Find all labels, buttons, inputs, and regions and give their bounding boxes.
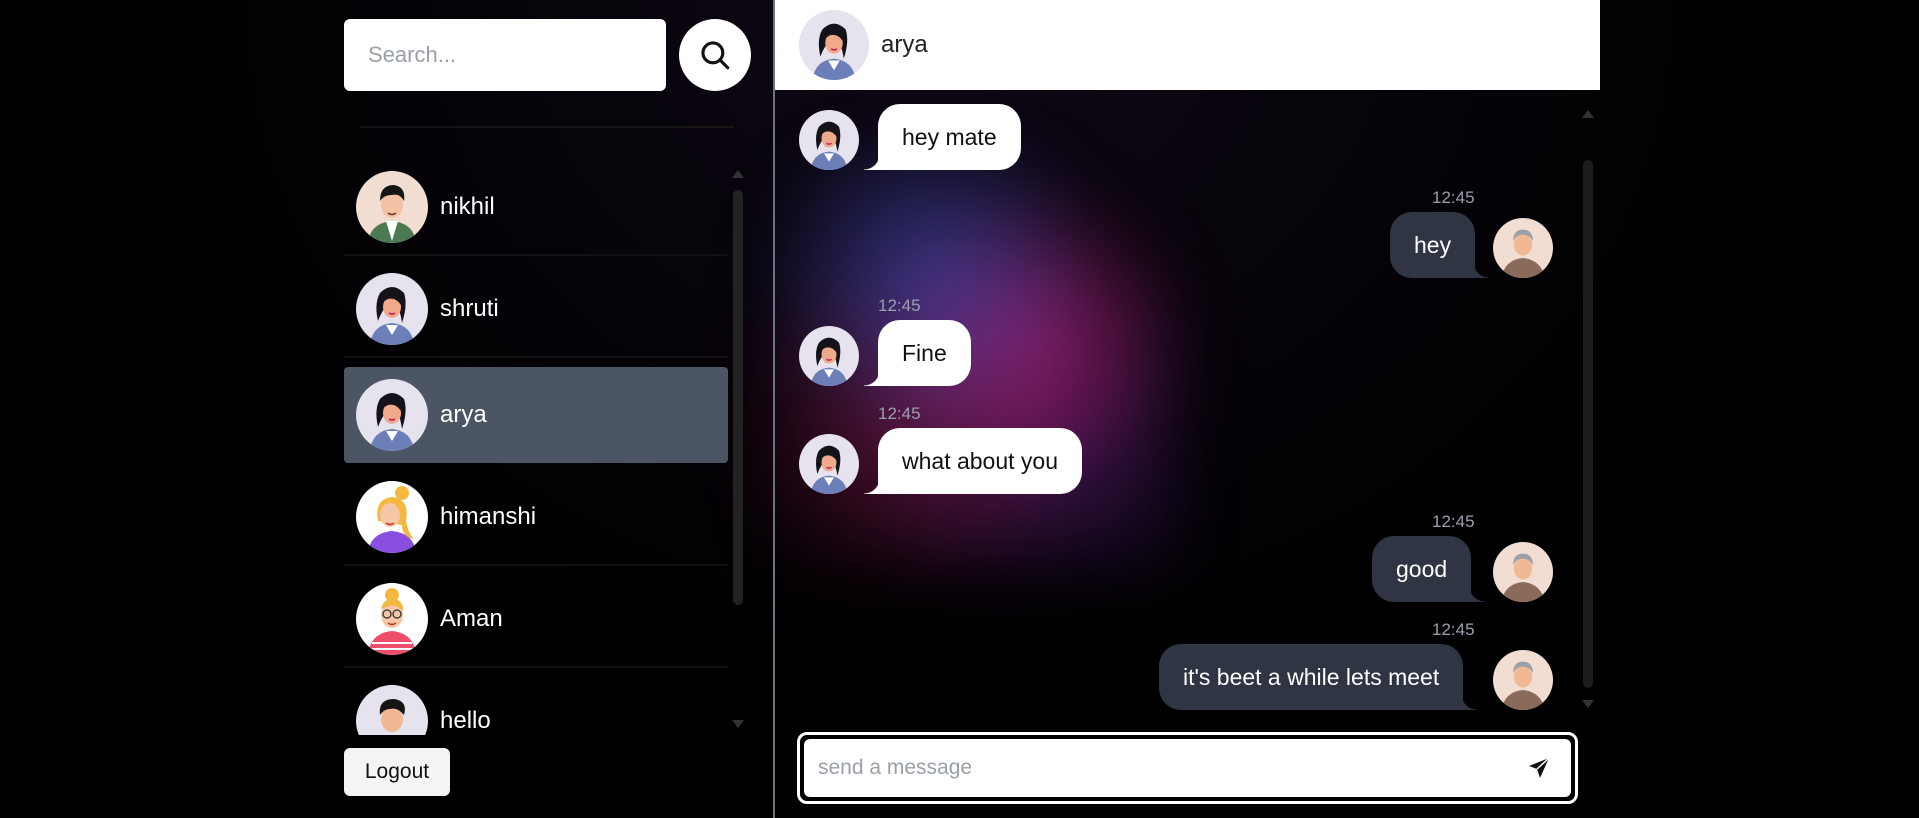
contact-name: arya [440, 401, 487, 428]
avatar [356, 379, 428, 451]
search-button[interactable] [679, 19, 751, 91]
message-time: 12:45 [878, 404, 921, 423]
message-time: 12:45 [1432, 188, 1475, 207]
avatar [356, 171, 428, 243]
avatar [1493, 218, 1553, 278]
message-bubble: it's beet a while lets meet [1159, 644, 1478, 710]
avatar [1493, 542, 1553, 602]
chat-header: arya [775, 0, 1600, 90]
contact-name: Aman [440, 605, 503, 632]
message-time: 12:45 [1432, 512, 1475, 531]
avatar [356, 481, 428, 553]
chat-scroll-down-arrow[interactable] [1582, 700, 1594, 708]
composer-box [804, 739, 1571, 797]
contact-item-shruti[interactable]: shruti [344, 262, 728, 358]
contact-item-nikhil[interactable]: nikhil [344, 160, 728, 256]
avatar [799, 326, 859, 386]
message-bubble: good [1372, 536, 1486, 602]
message-bubble: what about you [863, 428, 1083, 494]
contact-name: nikhil [440, 193, 495, 220]
message-bubble: Fine [864, 320, 971, 386]
message-input[interactable] [818, 756, 1521, 780]
search-icon [701, 41, 730, 70]
contact-list: nikhil shruti arya himanshi Aman hello [344, 160, 728, 735]
sidebar: nikhil shruti arya himanshi Aman hello L… [344, 0, 751, 818]
scroll-down-arrow[interactable] [732, 720, 744, 728]
message-time: 12:45 [878, 296, 921, 315]
contact-item-arya[interactable]: arya [344, 367, 728, 463]
chat-scrollbar[interactable] [1583, 160, 1593, 688]
message-time: 12:45 [1432, 620, 1475, 639]
contact-name: shruti [440, 295, 499, 322]
logout-button[interactable]: Logout [344, 748, 450, 796]
contact-list-scrollbar[interactable] [733, 190, 743, 605]
send-button[interactable] [1521, 750, 1557, 786]
avatar [356, 685, 428, 735]
chat-scroll-up-arrow[interactable] [1582, 110, 1594, 118]
avatar [356, 273, 428, 345]
search-input[interactable] [344, 19, 666, 91]
contact-name: hello [440, 707, 491, 734]
chat-contact-name: arya [881, 31, 928, 58]
avatar [799, 110, 859, 170]
contact-item-aman[interactable]: Aman [344, 572, 728, 668]
contact-name: himanshi [440, 503, 537, 530]
avatar [799, 434, 859, 494]
message-composer [797, 732, 1578, 804]
avatar [799, 10, 869, 80]
scroll-up-arrow[interactable] [732, 170, 744, 178]
avatar [356, 583, 428, 655]
divider [360, 126, 734, 128]
contact-item-hello[interactable]: hello [344, 674, 728, 735]
contact-item-himanshi[interactable]: himanshi [344, 470, 728, 566]
send-icon [1529, 757, 1550, 778]
avatar [1493, 650, 1553, 710]
message-list: hey mate 12:45 hey 12:45 Fine 12:45 what… [775, 90, 1600, 715]
message-bubble: hey mate [864, 104, 1021, 170]
message-bubble: hey [1390, 212, 1490, 278]
